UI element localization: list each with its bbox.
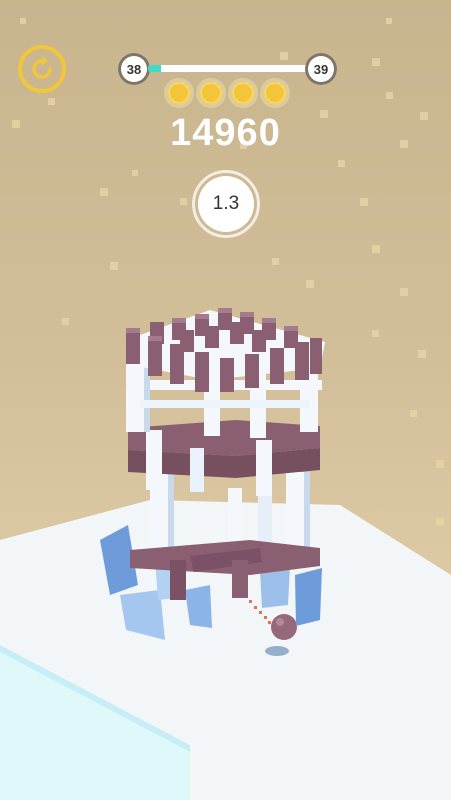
current-level-badge: 38	[118, 53, 150, 85]
restart-icon	[32, 56, 52, 79]
star-dot	[168, 82, 190, 104]
restart-button[interactable]	[18, 45, 66, 93]
level-progress-bar	[148, 65, 308, 72]
level-progress-fill	[148, 65, 161, 72]
score-counter: 14960	[170, 112, 281, 154]
multiplier-value: 1.3	[198, 176, 254, 232]
ball[interactable]	[271, 614, 297, 640]
hud: 38 39 14960 1.3	[0, 0, 451, 260]
star-dot	[264, 82, 286, 104]
star-dot	[232, 82, 254, 104]
star-dot	[200, 82, 222, 104]
next-level-badge: 39	[305, 53, 337, 85]
star-rating	[168, 82, 292, 106]
tower	[126, 308, 325, 600]
ball-shadow	[265, 646, 289, 656]
